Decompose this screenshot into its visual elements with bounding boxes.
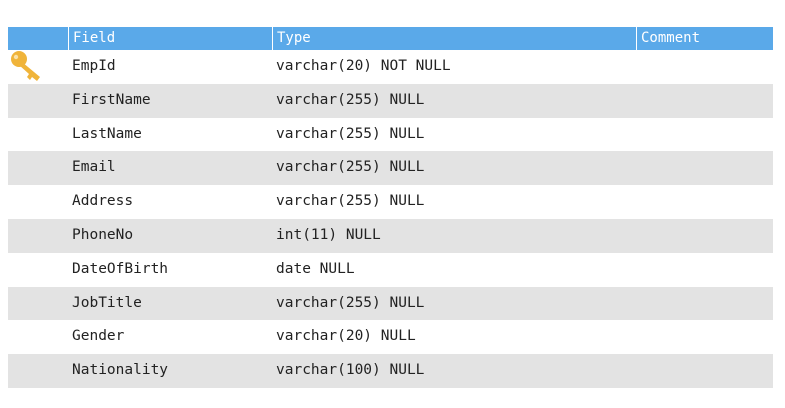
table-body: EmpId varchar(20) NOT NULL FirstName varcha…: [8, 50, 773, 388]
key-column-cell: [8, 287, 68, 321]
field-name-cell: DateOfBirth: [72, 260, 169, 277]
key-column-cell: [8, 84, 68, 118]
field-type-cell: varchar(255) NULL: [276, 159, 425, 176]
field-name-cell: LastName: [72, 125, 142, 142]
field-type-cell: varchar(255) NULL: [276, 125, 425, 142]
field-name-cell: Address: [72, 193, 134, 210]
table-schema: Field Type Comment EmpId varchar(20) NOT …: [8, 27, 773, 388]
header-key-column: [8, 27, 68, 50]
field-type-cell: varchar(20) NOT NULL: [276, 58, 451, 74]
field-type-cell: varchar(255) NULL: [276, 294, 425, 311]
key-column-cell: [8, 354, 68, 388]
key-column-cell: [8, 118, 68, 152]
table-row[interactable]: Email varchar(255) NULL: [8, 151, 773, 186]
table-row[interactable]: FirstName varchar(255) NULL: [8, 83, 773, 118]
key-column-cell: [8, 253, 68, 287]
table-row[interactable]: LastName varchar(255) NULL: [8, 118, 773, 152]
field-type-cell: varchar(20) NULL: [276, 328, 416, 345]
field-type-cell: varchar(100) NULL: [276, 362, 425, 379]
table-row[interactable]: JobTitle varchar(255) NULL: [8, 286, 773, 321]
key-column-cell: [8, 185, 68, 219]
field-name-cell: JobTitle: [72, 294, 142, 311]
key-icon: [11, 51, 40, 81]
table-row[interactable]: EmpId varchar(20) NOT NULL: [8, 50, 773, 84]
key-column-cell: [8, 50, 68, 84]
field-name-cell: Nationality: [72, 362, 169, 379]
table-row[interactable]: PhoneNo int(11) NULL: [8, 218, 773, 253]
table-row[interactable]: DateOfBirth date NULL: [8, 253, 773, 287]
header-type: Type: [277, 30, 311, 46]
table-row[interactable]: Gender varchar(20) NULL: [8, 320, 773, 354]
field-type-cell: int(11) NULL: [276, 226, 381, 243]
field-type-cell: varchar(255) NULL: [276, 193, 425, 210]
field-name-cell: Email: [72, 159, 116, 176]
key-column-cell: [8, 151, 68, 185]
table-row[interactable]: Address varchar(255) NULL: [8, 185, 773, 219]
field-name-cell: PhoneNo: [72, 226, 134, 243]
header-comment: Comment: [641, 30, 701, 46]
key-column-cell: [8, 320, 68, 354]
key-column-cell: [8, 219, 68, 253]
header-field: Field: [73, 30, 116, 46]
field-name-cell: FirstName: [72, 91, 151, 108]
field-type-cell: varchar(255) NULL: [276, 91, 425, 108]
table-row[interactable]: Nationality varchar(100) NULL: [8, 354, 773, 388]
field-name-cell: Gender: [72, 328, 125, 345]
field-type-cell: date NULL: [276, 260, 355, 277]
table-header: Field Type Comment: [8, 27, 773, 50]
field-name-cell: EmpId: [72, 58, 116, 74]
